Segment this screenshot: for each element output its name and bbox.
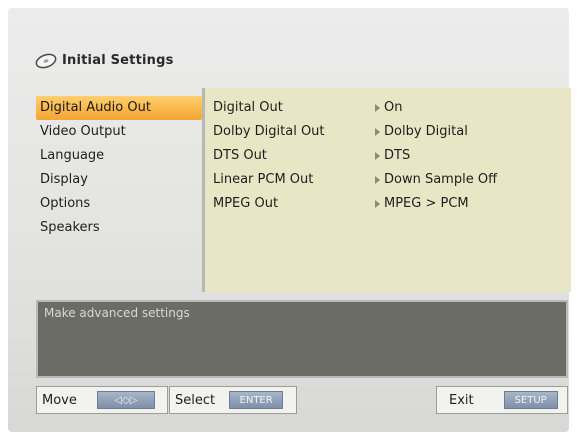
exit-label: Exit xyxy=(449,392,474,408)
arrow-right-icon xyxy=(375,200,380,208)
setting-label: DTS Out xyxy=(213,148,267,163)
menu-item-speakers[interactable]: Speakers xyxy=(36,216,202,240)
disc-icon xyxy=(35,53,57,69)
select-label: Select xyxy=(175,392,216,408)
setting-row-linear-pcm-out[interactable]: Linear PCM Out Down Sample Off xyxy=(213,168,569,192)
setting-row-dolby-digital-out[interactable]: Dolby Digital Out Dolby Digital xyxy=(213,120,569,144)
move-key-icon[interactable]: ◁◇▷ xyxy=(96,391,155,409)
help-text: Make advanced settings xyxy=(44,306,190,320)
footer-select: Select ENTER xyxy=(169,386,297,414)
setting-value-text: MPEG > PCM xyxy=(384,196,469,211)
select-key-icon[interactable]: ENTER xyxy=(229,391,284,409)
arrow-right-icon xyxy=(375,152,380,160)
arrow-right-icon xyxy=(375,104,380,112)
exit-key-icon[interactable]: SETUP xyxy=(503,391,558,409)
category-menu: Digital Audio Out Video Output Language … xyxy=(36,96,202,240)
setting-value-text: Down Sample Off xyxy=(384,172,498,187)
footer-exit: Exit SETUP xyxy=(436,386,568,414)
arrow-right-icon xyxy=(375,176,380,184)
setup-screen: Initial Settings Digital Audio Out Video… xyxy=(8,8,571,432)
menu-item-digital-audio-out[interactable]: Digital Audio Out xyxy=(36,96,202,120)
setting-value: MPEG > PCM xyxy=(375,192,469,216)
menu-item-display[interactable]: Display xyxy=(36,168,202,192)
menu-item-options[interactable]: Options xyxy=(36,192,202,216)
setting-value-text: DTS xyxy=(384,148,411,163)
setting-label: Dolby Digital Out xyxy=(213,124,325,139)
setting-value: On xyxy=(375,96,402,120)
setting-value-text: Dolby Digital xyxy=(384,124,468,139)
help-box: Make advanced settings xyxy=(36,300,568,378)
footer-move: Move ◁◇▷ xyxy=(36,386,168,414)
setting-value: Dolby Digital xyxy=(375,120,468,144)
page-title: Initial Settings xyxy=(62,52,174,68)
setting-row-mpeg-out[interactable]: MPEG Out MPEG > PCM xyxy=(213,192,569,216)
setting-label: Linear PCM Out xyxy=(213,172,314,187)
setting-value: Down Sample Off xyxy=(375,168,497,192)
menu-item-language[interactable]: Language xyxy=(36,144,202,168)
move-label: Move xyxy=(42,392,77,408)
setting-row-dts-out[interactable]: DTS Out DTS xyxy=(213,144,569,168)
setting-label: MPEG Out xyxy=(213,196,279,211)
arrow-right-icon xyxy=(375,128,380,136)
footer-bar: Move ◁◇▷ Select ENTER Exit SETUP xyxy=(36,386,568,416)
settings-panel: Digital Out On Dolby Digital Out Dolby D… xyxy=(202,88,571,292)
setting-row-digital-out[interactable]: Digital Out On xyxy=(213,96,569,120)
setting-value-text: On xyxy=(384,100,403,115)
setting-label: Digital Out xyxy=(213,100,283,115)
menu-item-video-output[interactable]: Video Output xyxy=(36,120,202,144)
title-bar: Initial Settings xyxy=(34,48,174,72)
setting-value: DTS xyxy=(375,144,410,168)
